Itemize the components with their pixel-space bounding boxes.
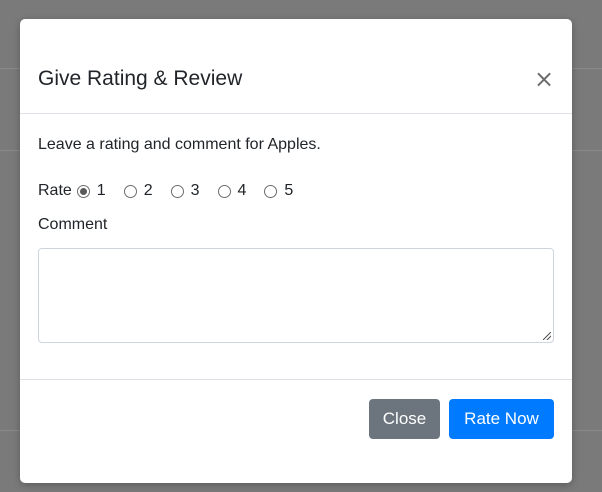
rating-option-4[interactable]: 4 [217,182,247,200]
rating-option-label: 2 [143,182,153,199]
comment-label: Comment [38,216,108,233]
rating-option-5[interactable]: 5 [264,182,293,200]
rating-option-label: 3 [190,182,200,199]
rating-option-1[interactable]: 1 [76,182,106,200]
radio-button[interactable] [264,184,278,198]
rating-radio-group: Rate 1 2 3 4 5 [38,180,311,202]
radio-button[interactable] [123,184,137,198]
modal-body: Leave a rating and comment for Apples. R… [20,115,572,379]
intro-text: Leave a rating and comment for Apples. [38,136,321,153]
rating-option-label: 5 [284,182,294,199]
resize-grip-icon[interactable] [543,332,551,340]
modal-title: Give Rating & Review [38,67,243,90]
close-icon[interactable]: × [531,67,557,91]
close-button[interactable]: Close [369,399,440,439]
radio-button[interactable] [76,184,90,198]
rate-label: Rate [38,182,72,199]
rating-option-label: 1 [96,182,106,199]
rating-modal: Give Rating & Review × Leave a rating an… [20,19,572,483]
modal-footer: Close Rate Now [20,379,572,483]
radio-button[interactable] [170,184,184,198]
rating-option-2[interactable]: 2 [123,182,153,200]
radio-button[interactable] [217,184,231,198]
comment-textarea[interactable] [38,248,554,343]
rate-now-button[interactable]: Rate Now [449,399,554,439]
modal-header: Give Rating & Review × [20,19,572,114]
rating-option-label: 4 [237,182,247,199]
rating-option-3[interactable]: 3 [170,182,200,200]
